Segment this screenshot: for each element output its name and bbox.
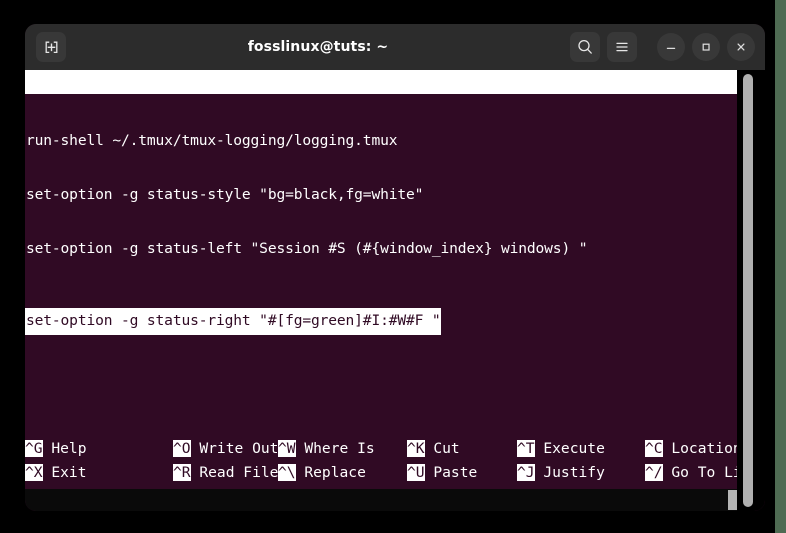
minimize-button[interactable] [657,33,685,61]
terminal-area[interactable]: GNU nano 6.4 /home/fosslinux/.tmux.conf … [25,70,765,511]
shortcut-item[interactable]: ^C Location [645,437,742,461]
code-line-selected[interactable]: set-option -g status-right "#[fg=green]#… [25,308,441,335]
hamburger-menu-icon[interactable] [607,32,637,62]
tmux-status-bar: Session 5 0:sudo* "tuts" 12:35 09-Mac-23 [25,489,737,511]
shortcut-label: Help [42,440,87,457]
shortcut-item[interactable]: ^X Exit [25,461,87,485]
shortcut-label: Location [662,440,742,457]
terminal-content: GNU nano 6.4 /home/fosslinux/.tmux.conf … [25,70,759,511]
scrollbar-thumb[interactable] [743,74,753,507]
shortcut-row-2: ^X Exit ^R Read File ^\ Replace ^U Paste ^J … [25,461,759,485]
window-right-edge-strip [775,0,786,533]
maximize-button[interactable] [692,33,720,61]
search-icon[interactable] [570,32,600,62]
hamburger-glyph [616,42,628,52]
code-line[interactable]: set-option -g status-style "bg=black,fg=… [26,182,423,209]
shortcut-label: Paste [424,464,478,481]
code-line[interactable]: set-option -g status-left "Session #S (#… [26,236,588,263]
shortcut-label: Where Is [295,440,375,457]
shortcut-label: Replace [295,464,366,481]
shortcut-item[interactable]: ^\ Replace [278,461,366,485]
window-titlebar: fosslinux@tuts: ~ [25,24,765,70]
new-tab-icon[interactable] [36,32,66,62]
shortcut-key: ^W [278,440,296,457]
shortcut-item[interactable]: ^G Help [25,437,87,461]
shortcut-key: ^R [173,464,191,481]
shortcut-item[interactable]: ^W Where Is [278,437,375,461]
shortcut-key: ^C [645,440,663,457]
shortcut-label: Cut [424,440,460,457]
terminal-cursor [728,490,737,510]
shortcut-label: Read File [190,464,279,481]
shortcut-key: ^U [407,464,425,481]
close-icon [737,43,745,51]
shortcut-key: ^X [25,464,43,481]
close-button[interactable] [727,33,755,61]
nano-editor-body[interactable]: run-shell ~/.tmux/tmux-logging/logging.t… [25,94,737,461]
shortcut-row-1: ^G Help ^O Write Out ^W Where Is ^K Cut ^T E… [25,437,742,461]
shortcut-item[interactable]: ^K Cut [407,437,460,461]
terminal-window: fosslinux@tuts: ~ run-shell ~/.tmux/tmux… [25,24,765,511]
shortcut-key: ^\ [278,464,296,481]
titlebar-controls [570,32,757,62]
search-glyph [578,39,592,54]
shortcut-item[interactable]: ^R Read File [173,461,278,485]
shortcut-label: Exit [42,464,87,481]
shortcut-item[interactable]: ^J Justify [517,461,605,485]
code-line[interactable]: run-shell ~/.tmux/tmux-logging/logging.t… [26,128,398,155]
shortcut-label: Write Out [190,440,279,457]
shortcut-label: Justify [534,464,605,481]
maximize-icon [702,43,710,51]
shortcut-key: ^/ [645,464,663,481]
shortcut-item[interactable]: ^T Execute [517,437,605,461]
terminal-scroll-gutter [737,70,765,511]
shortcut-key: ^T [517,440,535,457]
shortcut-item[interactable]: ^O Write Out [173,437,278,461]
new-tab-glyph [45,41,57,53]
shortcut-key: ^G [25,440,43,457]
scrollbar-track[interactable] [740,70,753,511]
shortcut-label: Execute [534,440,605,457]
shortcut-key: ^K [407,440,425,457]
nano-header-bar: GNU nano 6.4 /home/fosslinux/.tmux.conf … [25,70,737,94]
shortcut-item[interactable]: ^U Paste [407,461,477,485]
page-title: fosslinux@tuts: ~ [247,39,389,55]
shortcut-key: ^J [517,464,535,481]
shortcut-key: ^O [173,440,191,457]
nano-shortcut-help: ^G Help ^O Write Out ^W Where Is ^K Cut ^T E… [25,437,759,489]
minimize-icon [666,47,676,50]
